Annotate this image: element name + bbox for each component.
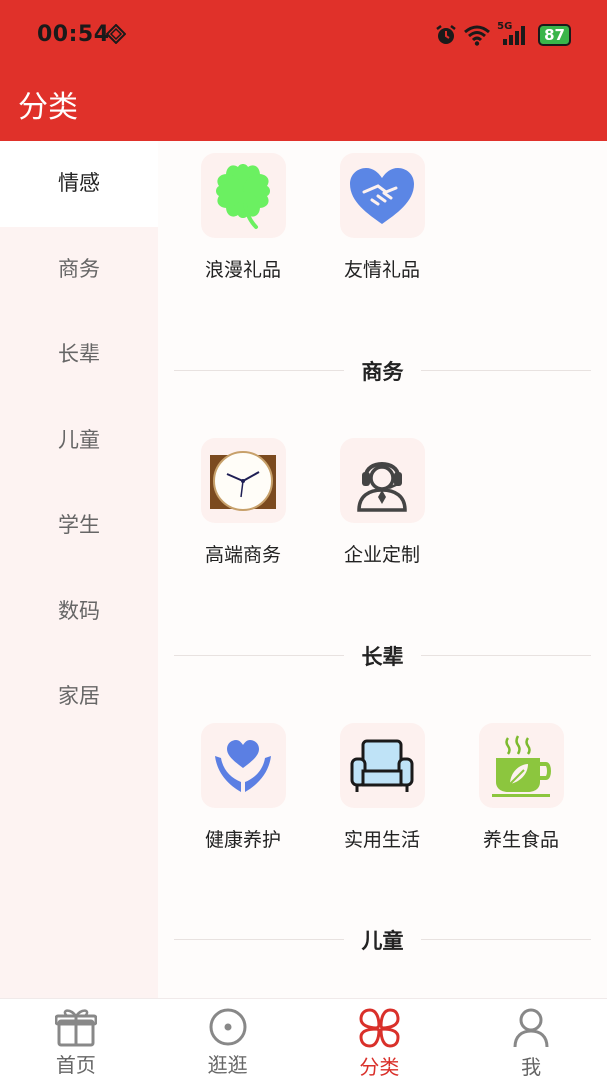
- tea-cup-icon: [492, 734, 551, 797]
- sidebar-item-home[interactable]: 家居: [0, 654, 158, 740]
- section-title: 商务: [361, 360, 404, 384]
- category-tile: [200, 153, 286, 238]
- category-tile: [339, 153, 425, 238]
- category-icon: [359, 1008, 400, 1048]
- hands-heart-icon: [215, 739, 271, 792]
- category-cell-romantic-gift[interactable]: 浪漫礼品: [174, 153, 312, 282]
- category-label: 高端商务: [204, 544, 281, 566]
- signal-icon: 5G: [497, 21, 531, 47]
- category-label: 养生食品: [482, 829, 559, 851]
- tab-label: 分类: [359, 1055, 400, 1079]
- category-tile: [200, 723, 286, 808]
- sidebar-item-student[interactable]: 学生: [0, 483, 158, 569]
- category-cell-friendship-gift[interactable]: 友情礼品: [313, 153, 451, 282]
- battery-indicator: 87: [538, 24, 571, 46]
- category-label: 企业定制: [343, 544, 420, 566]
- category-sidebar: 情感 商务 长辈 儿童 学生 数码 家居: [0, 141, 158, 998]
- page-title: 分类: [18, 90, 78, 125]
- status-bar: 00:54 5G 87: [0, 0, 607, 68]
- section-header-business: 商务: [174, 356, 591, 386]
- compass-icon: [209, 1008, 247, 1046]
- category-label: 友情礼品: [343, 259, 420, 281]
- category-cell-health-care[interactable]: 健康养护: [174, 723, 312, 852]
- tab-label: 我: [521, 1055, 542, 1079]
- category-cell-health-food[interactable]: 养生食品: [452, 723, 590, 852]
- sidebar-item-business[interactable]: 商务: [0, 227, 158, 313]
- category-tile: [339, 723, 425, 808]
- person-icon: [513, 1008, 549, 1048]
- category-label: 实用生活: [343, 829, 420, 851]
- section-header-kids: 儿童: [174, 925, 591, 955]
- tab-category[interactable]: 分类: [304, 999, 456, 1081]
- alarm-icon: [436, 25, 456, 44]
- category-label: 浪漫礼品: [204, 259, 281, 281]
- category-cell-practical-living[interactable]: 实用生活: [313, 723, 451, 852]
- section-title: 儿童: [361, 929, 404, 953]
- category-content: 浪漫礼品 友情礼品 商务 高端商务 企业定制 长辈 健康养护 实用生活 养生食品…: [158, 141, 607, 998]
- category-label: 健康养护: [204, 829, 281, 851]
- sidebar-item-kids[interactable]: 儿童: [0, 398, 158, 484]
- wifi-icon: [464, 25, 491, 46]
- section-header-elder: 长辈: [174, 641, 591, 671]
- clover-icon: [216, 163, 270, 229]
- divider: [421, 939, 591, 940]
- armchair-icon: [350, 739, 414, 792]
- bottom-tab-bar: 首页 逛逛 分类 我: [0, 998, 607, 1081]
- category-cell-premium-business[interactable]: 高端商务: [174, 438, 312, 567]
- tab-label: 首页: [55, 1053, 96, 1077]
- notification-icon: [106, 24, 126, 44]
- divider: [421, 655, 591, 656]
- tab-home[interactable]: 首页: [0, 999, 152, 1081]
- gift-icon: [54, 1009, 97, 1047]
- section-title: 长辈: [361, 645, 404, 669]
- sidebar-item-digital[interactable]: 数码: [0, 569, 158, 655]
- category-tile: [478, 723, 564, 808]
- category-cell-corporate-custom[interactable]: 企业定制: [313, 438, 451, 567]
- status-time: 00:54: [37, 22, 110, 47]
- category-tile: [200, 438, 286, 523]
- sidebar-item-emotion[interactable]: 情感: [0, 141, 158, 227]
- tab-label: 逛逛: [207, 1053, 248, 1077]
- headset-agent-icon: [357, 461, 407, 512]
- category-tile: [339, 438, 425, 523]
- clock-icon: [210, 450, 276, 511]
- sidebar-item-elder[interactable]: 长辈: [0, 312, 158, 398]
- tab-me[interactable]: 我: [455, 999, 607, 1081]
- header: 分类: [0, 68, 607, 141]
- divider: [421, 370, 591, 371]
- tab-explore[interactable]: 逛逛: [152, 999, 304, 1081]
- handshake-heart-icon: [350, 167, 414, 224]
